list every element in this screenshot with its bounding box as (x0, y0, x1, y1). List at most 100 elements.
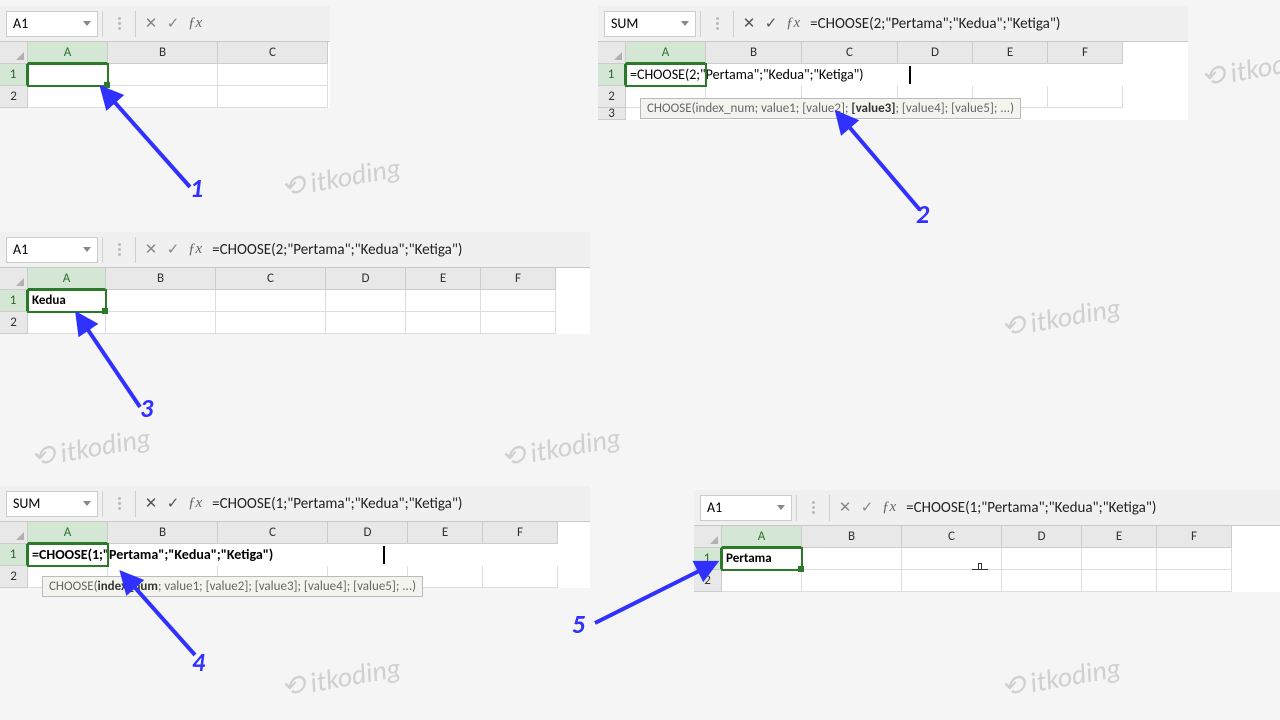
cell[interactable] (722, 570, 802, 592)
fx-icon[interactable]: ƒx (882, 499, 896, 516)
column-header[interactable]: C (802, 42, 898, 64)
column-header[interactable]: D (328, 522, 408, 544)
column-header[interactable]: B (106, 268, 216, 290)
cell[interactable] (216, 312, 326, 334)
column-header[interactable]: D (326, 268, 406, 290)
column-header[interactable]: B (706, 42, 802, 64)
column-header[interactable]: A (28, 522, 108, 544)
fx-icon[interactable]: ƒx (188, 241, 202, 258)
select-all-corner[interactable] (598, 42, 626, 64)
cell-a1[interactable]: =CHOOSE(1;"Pertama";"Kedua";"Ketiga") (28, 544, 108, 566)
name-box[interactable]: SUM (6, 491, 98, 517)
name-box[interactable]: A1 (6, 11, 98, 37)
cell[interactable] (902, 570, 1002, 592)
cell[interactable] (218, 86, 328, 108)
cancel-button[interactable]: ✕ (738, 13, 760, 35)
cell[interactable] (1082, 570, 1157, 592)
fx-icon[interactable]: ƒx (188, 15, 202, 32)
cell-a1[interactable]: Pertama (722, 548, 802, 570)
column-header[interactable]: F (483, 522, 558, 544)
column-header[interactable]: B (108, 42, 218, 64)
cell[interactable] (802, 548, 902, 570)
select-all-corner[interactable] (0, 522, 28, 544)
cell[interactable] (28, 312, 106, 334)
row-header[interactable]: 1 (0, 64, 28, 86)
cell-a1[interactable]: =CHOOSE(2;"Pertama";"Kedua";"Ketiga") (626, 64, 706, 86)
cell[interactable] (1002, 570, 1082, 592)
column-header[interactable]: A (28, 268, 106, 290)
column-header[interactable]: A (626, 42, 706, 64)
cell[interactable] (216, 290, 326, 312)
cell[interactable] (481, 290, 556, 312)
row-header[interactable]: 1 (694, 548, 722, 570)
cell-a1[interactable]: Kedua (28, 290, 106, 312)
fx-icon[interactable]: ƒx (188, 495, 202, 512)
column-header[interactable]: E (406, 268, 481, 290)
column-header[interactable]: D (1002, 526, 1082, 548)
cell[interactable] (406, 312, 481, 334)
cell[interactable] (406, 290, 481, 312)
cell[interactable] (1157, 570, 1232, 592)
select-all-corner[interactable] (0, 42, 28, 64)
name-box[interactable]: A1 (6, 237, 98, 263)
cell[interactable] (28, 86, 108, 108)
formula-text[interactable]: =CHOOSE(1;"Pertama";"Kedua";"Ketiga") (206, 495, 590, 513)
column-header[interactable]: E (408, 522, 483, 544)
column-header[interactable]: C (218, 522, 328, 544)
column-header[interactable]: C (218, 42, 328, 64)
column-header[interactable]: B (802, 526, 902, 548)
row-header[interactable]: 1 (598, 64, 626, 86)
cell[interactable] (802, 570, 902, 592)
chevron-down-icon[interactable] (777, 505, 785, 510)
cell[interactable] (326, 290, 406, 312)
chevron-down-icon[interactable] (83, 247, 91, 252)
row-header[interactable]: 1 (0, 290, 28, 312)
column-header[interactable]: D (898, 42, 973, 64)
cell[interactable] (108, 64, 218, 86)
chevron-down-icon[interactable] (681, 21, 689, 26)
column-header[interactable]: E (973, 42, 1048, 64)
cancel-button[interactable]: ✕ (140, 493, 162, 515)
column-header[interactable]: C (216, 268, 326, 290)
name-box[interactable]: SUM (604, 11, 696, 37)
column-header[interactable]: A (28, 42, 108, 64)
column-header[interactable]: A (722, 526, 802, 548)
column-header[interactable]: F (1048, 42, 1123, 64)
cell-a1[interactable] (28, 64, 108, 86)
column-header[interactable]: B (108, 522, 218, 544)
chevron-down-icon[interactable] (83, 21, 91, 26)
enter-button[interactable]: ✓ (760, 13, 782, 35)
chevron-down-icon[interactable] (83, 501, 91, 506)
cell[interactable] (106, 290, 216, 312)
select-all-corner[interactable] (694, 526, 722, 548)
cell[interactable] (481, 312, 556, 334)
cell[interactable] (108, 86, 218, 108)
cell[interactable] (106, 312, 216, 334)
formula-text[interactable]: =CHOOSE(2;"Pertama";"Kedua";"Ketiga") (804, 15, 1188, 33)
column-header[interactable]: C (902, 526, 1002, 548)
row-header[interactable]: 2 (694, 570, 722, 592)
cell[interactable] (326, 312, 406, 334)
column-header[interactable]: F (1157, 526, 1232, 548)
row-header[interactable]: 1 (0, 544, 28, 566)
column-header[interactable]: F (481, 268, 556, 290)
cell[interactable] (218, 64, 328, 86)
row-header[interactable]: 2 (0, 312, 28, 334)
cell[interactable] (902, 548, 1002, 570)
row-header[interactable]: 2 (0, 86, 28, 108)
formula-text[interactable]: =CHOOSE(1;"Pertama";"Kedua";"Ketiga") (900, 499, 1280, 517)
name-box[interactable]: A1 (700, 495, 792, 521)
column-header[interactable]: E (1082, 526, 1157, 548)
row-header[interactable]: 2 (598, 86, 626, 108)
cell[interactable] (1002, 548, 1082, 570)
enter-button[interactable]: ✓ (162, 493, 184, 515)
formula-text[interactable]: =CHOOSE(2;"Pertama";"Kedua";"Ketiga") (206, 241, 590, 259)
cell[interactable] (1082, 548, 1157, 570)
row-header[interactable]: 3 (598, 108, 626, 120)
cell[interactable] (483, 566, 558, 588)
select-all-corner[interactable] (0, 268, 28, 290)
cell[interactable] (1157, 548, 1232, 570)
row-header[interactable]: 2 (0, 566, 28, 588)
cell[interactable] (1048, 86, 1123, 108)
fx-icon[interactable]: ƒx (786, 15, 800, 32)
